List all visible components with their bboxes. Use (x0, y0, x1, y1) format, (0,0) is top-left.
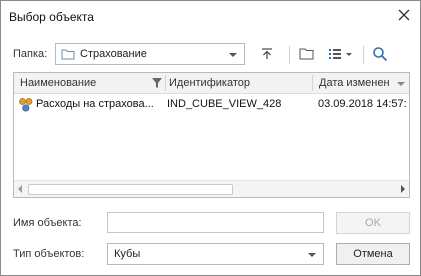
scrollbar-thumb[interactable] (28, 184, 233, 195)
folder-up-button[interactable] (258, 46, 276, 64)
row-date: 03.09.2018 14:57: (318, 98, 407, 110)
column-divider (165, 75, 166, 91)
list-view-icon (328, 47, 354, 64)
chevron-down-icon[interactable] (229, 53, 237, 57)
new-folder-icon (299, 47, 314, 63)
table-row[interactable]: Расходы на страхова... IND_CUBE_VIEW_428… (14, 94, 409, 114)
close-icon[interactable] (396, 7, 412, 23)
object-type-value: Кубы (114, 248, 141, 260)
column-header-date[interactable]: Дата изменен (319, 77, 390, 89)
row-id: IND_CUBE_VIEW_428 (167, 98, 282, 110)
chevron-down-icon[interactable] (308, 253, 316, 257)
column-divider (312, 75, 313, 91)
dialog-title: Выбор объекта (9, 10, 94, 24)
view-mode-button[interactable] (326, 46, 356, 64)
column-header-name[interactable]: Наименование (20, 77, 96, 89)
ok-button[interactable]: OK (336, 212, 410, 234)
scroll-right-icon[interactable] (401, 185, 405, 193)
toolbar-separator (289, 46, 290, 64)
folder-icon (61, 48, 75, 60)
folder-select-value: Страхование (80, 48, 147, 60)
filter-icon[interactable] (152, 78, 162, 91)
search-button[interactable] (371, 46, 389, 64)
object-type-select[interactable]: Кубы (107, 243, 324, 265)
object-name-label: Имя объекта: (13, 217, 82, 229)
column-header-id[interactable]: Идентификатор (169, 77, 250, 89)
cube-view-icon (18, 97, 34, 113)
object-name-input[interactable] (107, 212, 324, 233)
row-name: Расходы на страхова... (36, 98, 154, 110)
object-type-label: Тип объектов: (13, 248, 85, 260)
folder-up-icon (260, 47, 274, 64)
sort-down-icon[interactable] (397, 82, 405, 86)
search-icon (372, 46, 388, 65)
new-folder-button[interactable] (297, 46, 315, 64)
scroll-left-icon[interactable] (18, 185, 22, 193)
toolbar-separator (363, 46, 364, 64)
horizontal-scrollbar[interactable] (14, 180, 409, 197)
list-header: Наименование Идентификатор Дата изменен (14, 73, 409, 94)
folder-select[interactable]: Страхование (55, 43, 245, 65)
object-list[interactable]: Наименование Идентификатор Дата изменен … (13, 72, 410, 198)
folder-label: Папка: (13, 48, 48, 60)
cancel-button[interactable]: Отмена (336, 243, 410, 265)
select-object-dialog: Выбор объекта Папка: Страхование Наимено… (0, 0, 421, 276)
